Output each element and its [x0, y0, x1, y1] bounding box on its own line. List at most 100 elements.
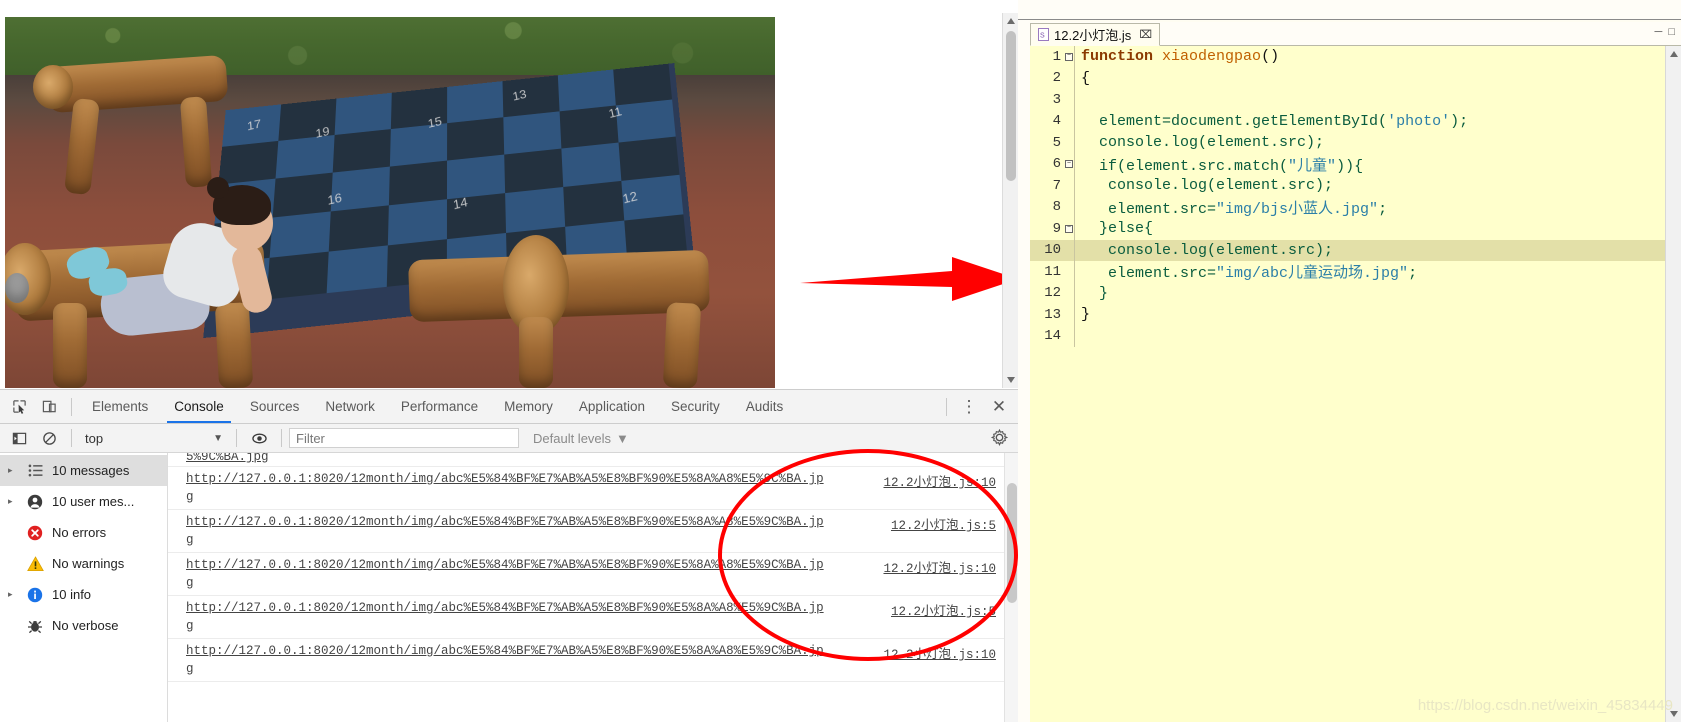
code-line[interactable]: 1 − function xiaodengpao() [1030, 46, 1665, 68]
expand-triangle-icon[interactable]: ▸ [8, 465, 18, 476]
message-url[interactable]: http://127.0.0.1:8020/12month/img/abc%E5… [186, 556, 826, 592]
tab-security[interactable]: Security [658, 390, 733, 423]
device-toolbar-icon[interactable] [36, 394, 62, 420]
filterbar-divider [281, 429, 282, 447]
message-url[interactable]: http://127.0.0.1:8020/12month/img/abc%E5… [186, 642, 826, 678]
console-message-list[interactable]: 5%9C%BA.jpg http://127.0.0.1:8020/12mont… [168, 453, 1018, 722]
log-levels-select[interactable]: Default levels ▼ [533, 431, 629, 446]
expand-triangle-icon[interactable]: ▸ [8, 496, 18, 507]
code-line[interactable]: 3 [1030, 89, 1665, 111]
photo-log-leg [53, 303, 87, 388]
sidebar-item-errors[interactable]: No errors [0, 517, 167, 548]
code-text: element.src="img/abc儿童运动场.jpg"; [1081, 265, 1418, 283]
fold-toggle-icon[interactable]: − [1064, 224, 1074, 233]
tab-application[interactable]: Application [566, 390, 658, 423]
line-number: 12 [1044, 285, 1061, 302]
code-line-highlighted[interactable]: 10 console.log(element.src); [1030, 239, 1665, 261]
console-message[interactable]: http://127.0.0.1:8020/12month/img/abc%E5… [168, 510, 1018, 553]
info-icon [25, 587, 45, 603]
sidebar-item-messages[interactable]: ▸ 10 messages [0, 455, 167, 486]
code-line[interactable]: 14 [1030, 325, 1665, 347]
message-source-link[interactable]: 12.2小灯泡.js:5 [891, 514, 996, 533]
editor-left-gutter [1018, 20, 1030, 722]
page-scrollbar[interactable] [1002, 13, 1018, 388]
message-url[interactable]: http://127.0.0.1:8020/12month/img/abc%E5… [186, 470, 826, 506]
editor-tab-bar: S 12.2小灯泡.js ⌧ [1030, 22, 1681, 46]
tab-label: Audits [745, 399, 784, 414]
code-line[interactable]: 9 − }else{ [1030, 218, 1665, 240]
sidebar-item-user-messages[interactable]: ▸ 10 user mes... [0, 486, 167, 517]
tab-console[interactable]: Console [161, 390, 237, 423]
playground-photo[interactable]: 17 19 13 15 11 16 14 12 [5, 17, 775, 388]
close-devtools-icon[interactable]: ✕ [986, 394, 1012, 420]
tab-memory[interactable]: Memory [491, 390, 566, 423]
gear-icon[interactable] [990, 428, 1009, 451]
sidebar-item-info[interactable]: ▸ 10 info [0, 579, 167, 610]
tab-performance[interactable]: Performance [388, 390, 491, 423]
page-viewport: 17 19 13 15 11 16 14 12 [0, 13, 1002, 388]
sidebar-item-label: No warnings [52, 556, 125, 571]
gutter-divider [1074, 282, 1075, 304]
message-url-tail[interactable]: 5%9C%BA.jpg [186, 453, 269, 464]
code-line[interactable]: 13 } [1030, 304, 1665, 326]
editor-window-buttons: ─ □ [1655, 26, 1675, 38]
live-expression-icon[interactable] [246, 425, 272, 451]
tab-label: Elements [92, 399, 149, 414]
tab-label: Performance [400, 399, 479, 414]
scroll-up-icon[interactable] [1003, 13, 1018, 29]
photo-log-leg [214, 302, 254, 388]
code-line[interactable]: 5 console.log(element.src); [1030, 132, 1665, 154]
console-message[interactable]: http://127.0.0.1:8020/12month/img/abc%E5… [168, 639, 1018, 682]
code-line[interactable]: 7 console.log(element.src); [1030, 175, 1665, 197]
message-source-link[interactable]: 12.2小灯泡.js:10 [883, 557, 996, 576]
minimize-icon[interactable]: ─ [1655, 26, 1663, 38]
fold-toggle-icon[interactable]: − [1064, 52, 1074, 61]
code-text: element=document.getElementById('photo')… [1081, 112, 1469, 130]
message-source-link[interactable]: 12.2小灯泡.js:5 [891, 600, 996, 619]
line-number: 13 [1044, 306, 1061, 323]
console-message[interactable]: http://127.0.0.1:8020/12month/img/abc%E5… [168, 467, 1018, 510]
scroll-down-icon[interactable] [1003, 372, 1018, 388]
console-message[interactable]: http://127.0.0.1:8020/12month/img/abc%E5… [168, 553, 1018, 596]
tab-network[interactable]: Network [312, 390, 388, 423]
show-console-sidebar-icon[interactable] [6, 425, 32, 451]
console-filter-input[interactable]: Filter [289, 428, 519, 448]
code-line[interactable]: 2 { [1030, 67, 1665, 89]
console-message[interactable]: http://127.0.0.1:8020/12month/img/abc%E5… [168, 596, 1018, 639]
expand-triangle-icon[interactable]: ▸ [8, 589, 18, 600]
sidebar-item-verbose[interactable]: No verbose [0, 610, 167, 641]
console-scrollbar[interactable] [1004, 453, 1018, 722]
page-scrollbar-thumb[interactable] [1006, 31, 1016, 181]
clear-console-icon[interactable] [36, 425, 62, 451]
gutter-divider [1074, 261, 1075, 283]
message-url[interactable]: http://127.0.0.1:8020/12month/img/abc%E5… [186, 513, 826, 549]
message-source-link[interactable]: 12.2小灯泡.js:10 [883, 643, 996, 662]
console-message-partial[interactable]: 5%9C%BA.jpg [168, 453, 1018, 467]
code-line[interactable]: 4 element=document.getElementById('photo… [1030, 110, 1665, 132]
editor-scrollbar[interactable] [1665, 46, 1681, 722]
scroll-up-icon[interactable] [1666, 46, 1681, 62]
console-scrollbar-thumb[interactable] [1007, 483, 1017, 603]
sidebar-item-warnings[interactable]: No warnings [0, 548, 167, 579]
message-source-link[interactable]: 12.2小灯泡.js:10 [883, 471, 996, 490]
code-line[interactable]: 8 element.src="img/bjs小蓝人.jpg"; [1030, 196, 1665, 218]
code-line[interactable]: 11 element.src="img/abc儿童运动场.jpg"; [1030, 261, 1665, 283]
editor-tab-active[interactable]: S 12.2小灯泡.js ⌧ [1030, 23, 1160, 46]
filterbar-divider [236, 429, 237, 447]
code-line[interactable]: 12 } [1030, 282, 1665, 304]
inspect-element-icon[interactable] [6, 394, 32, 420]
message-url[interactable]: http://127.0.0.1:8020/12month/img/abc%E5… [186, 599, 826, 635]
execution-context-select[interactable]: top ▼ [79, 428, 229, 449]
tab-elements[interactable]: Elements [79, 390, 161, 423]
toolbar-divider [71, 397, 72, 416]
line-number: 10 [1044, 242, 1061, 259]
more-options-icon[interactable]: ⋮ [956, 394, 982, 420]
close-icon[interactable]: ⌧ [1139, 28, 1152, 41]
fold-toggle-icon[interactable]: − [1064, 160, 1074, 169]
maximize-icon[interactable]: □ [1668, 26, 1675, 38]
code-line[interactable]: 6 − if(element.src.match("儿童")){ [1030, 153, 1665, 175]
tab-sources[interactable]: Sources [237, 390, 313, 423]
tab-audits[interactable]: Audits [733, 390, 797, 423]
sidebar-item-label: 10 messages [52, 463, 130, 478]
editor-code-area[interactable]: 1 − function xiaodengpao() 2 { 3 4 eleme… [1030, 46, 1665, 722]
